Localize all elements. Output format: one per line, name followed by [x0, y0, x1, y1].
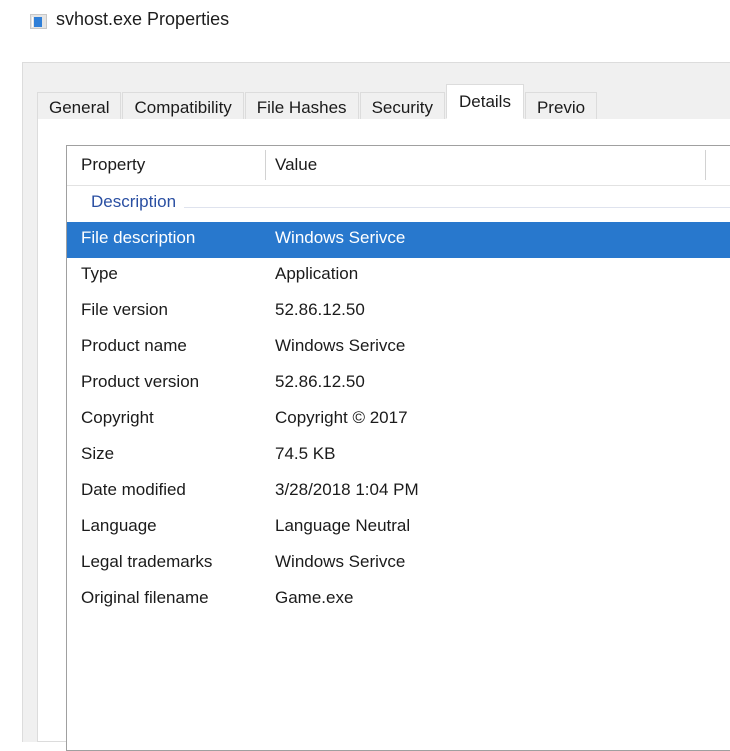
tab-page-details: Property Value Description File descripti…: [37, 119, 730, 751]
cell-property: Product name: [81, 336, 187, 355]
cell-value: Game.exe: [275, 588, 354, 607]
cell-value: 52.86.12.50: [275, 372, 365, 391]
cell-property: Language: [81, 516, 157, 535]
table-row[interactable]: Language Language Neutral: [67, 510, 730, 546]
tab-general[interactable]: General: [37, 92, 122, 122]
table-row[interactable]: Size 74.5 KB: [67, 438, 730, 474]
cell-property: Copyright: [81, 408, 154, 427]
column-header-value[interactable]: Value: [275, 155, 317, 175]
table-row[interactable]: Date modified 3/28/2018 1:04 PM: [67, 474, 730, 510]
window-title-bar: svhost.exe Properties: [0, 0, 730, 29]
cell-property: File version: [81, 300, 168, 319]
table-row[interactable]: Original filename Game.exe: [67, 582, 730, 618]
table-row[interactable]: Product name Windows Serivce: [67, 330, 730, 366]
cell-property: File description: [81, 228, 196, 247]
cell-value: Windows Serivce: [275, 228, 406, 247]
properties-dialog: General Compatibility File Hashes Security D…: [22, 62, 730, 751]
window-title: svhost.exe Properties: [56, 9, 230, 29]
cell-value: Windows Serivce: [275, 552, 406, 571]
table-row[interactable]: Copyright Copyright © 2017: [67, 402, 730, 438]
cell-value: 52.86.12.50: [275, 300, 365, 319]
cell-property: Size: [81, 444, 115, 463]
tab-details[interactable]: Details: [445, 84, 524, 119]
group-separator-rule: [91, 207, 730, 208]
tab-file-hashes[interactable]: File Hashes: [244, 92, 359, 122]
cell-property: Date modified: [81, 480, 186, 499]
column-divider[interactable]: [265, 150, 266, 180]
application-window-icon: [30, 14, 47, 29]
list-group-header[interactable]: Description: [67, 186, 730, 222]
table-row[interactable]: File description Windows Serivce: [67, 222, 730, 258]
list-group-label: Description: [91, 192, 185, 212]
details-list-view[interactable]: Property Value Description File descripti…: [66, 145, 730, 751]
list-body: Description File description Windows Seriv…: [67, 186, 730, 618]
column-divider-right[interactable]: [705, 150, 706, 180]
tab-security[interactable]: Security: [359, 92, 445, 122]
cell-value: 74.5 KB: [275, 444, 336, 463]
cell-property: Legal trademarks: [81, 552, 213, 571]
cell-property: Product version: [81, 372, 200, 391]
tab-strip: General Compatibility File Hashes Security D…: [37, 84, 598, 122]
tab-compatibility[interactable]: Compatibility: [122, 92, 244, 122]
cell-property: Original filename: [81, 588, 209, 607]
tab-previo[interactable]: Previo: [524, 92, 598, 122]
table-row[interactable]: Product version 52.86.12.50: [67, 366, 730, 402]
list-header-row: Property Value: [67, 146, 730, 186]
cell-value: Windows Serivce: [275, 336, 406, 355]
table-row[interactable]: Type Application: [67, 258, 730, 294]
table-row[interactable]: File version 52.86.12.50: [67, 294, 730, 330]
column-header-property[interactable]: Property: [81, 155, 145, 175]
cell-value: Copyright © 2017: [275, 408, 408, 427]
cell-value: 3/28/2018 1:04 PM: [275, 480, 419, 499]
cell-property: Type: [81, 264, 118, 283]
table-row[interactable]: Legal trademarks Windows Serivce: [67, 546, 730, 582]
cell-value: Application: [275, 264, 359, 283]
cell-value: Language Neutral: [275, 516, 411, 535]
